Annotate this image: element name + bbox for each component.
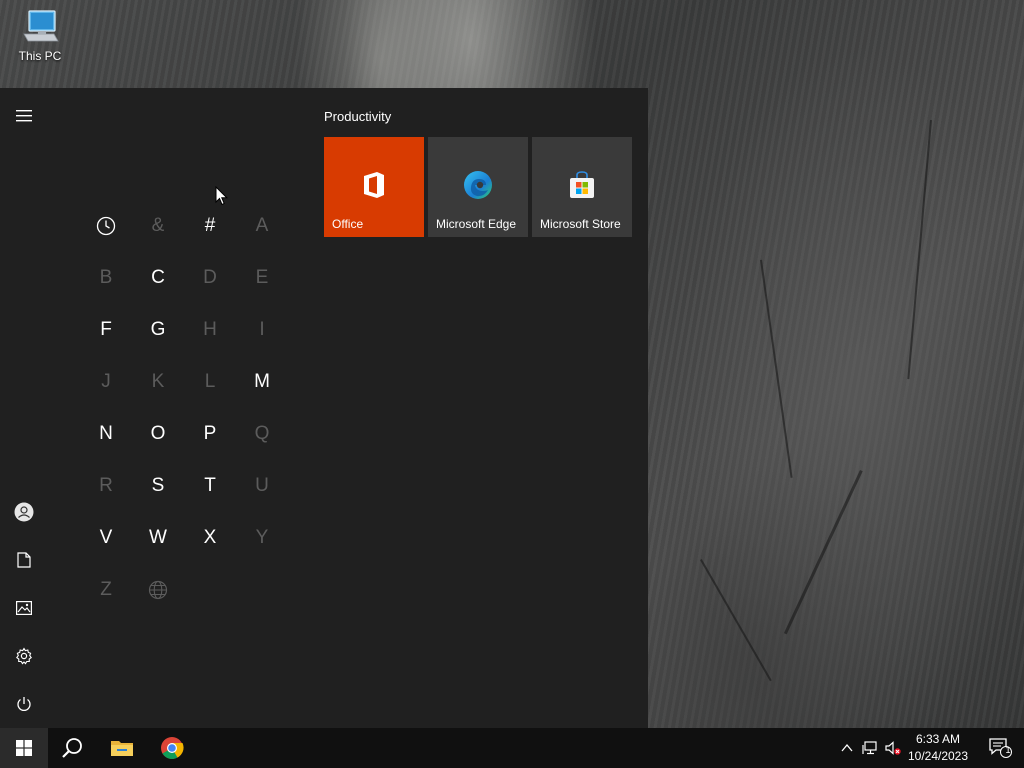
jump-letter: Q bbox=[254, 423, 270, 444]
jump-letter: Z bbox=[100, 579, 112, 600]
chrome-button[interactable] bbox=[148, 728, 196, 768]
search-icon bbox=[62, 738, 82, 758]
tile-label: Microsoft Edge bbox=[436, 217, 517, 231]
jump-letter[interactable]: G bbox=[132, 304, 184, 356]
jump-letter: A bbox=[255, 215, 269, 236]
search-button[interactable] bbox=[48, 728, 96, 768]
jump-letter[interactable]: W bbox=[132, 512, 184, 564]
jump-letter[interactable]: V bbox=[80, 512, 132, 564]
jump-clock[interactable] bbox=[80, 200, 132, 252]
user-account-button[interactable] bbox=[0, 488, 48, 536]
jump-letter[interactable]: S bbox=[132, 460, 184, 512]
jump-globe bbox=[132, 564, 184, 616]
power-button[interactable] bbox=[0, 680, 48, 728]
hamburger-icon bbox=[16, 110, 32, 122]
rock-crack bbox=[783, 470, 863, 635]
clock-time: 6:33 AM bbox=[915, 732, 961, 746]
jump-letter[interactable]: F bbox=[80, 304, 132, 356]
settings-button[interactable] bbox=[0, 632, 48, 680]
rock-crack bbox=[760, 259, 793, 478]
rock-crack bbox=[700, 559, 772, 682]
globe-icon bbox=[148, 580, 168, 600]
jump-letter[interactable]: X bbox=[184, 512, 236, 564]
tile-office[interactable]: Office bbox=[324, 137, 424, 237]
tile-label: Microsoft Store bbox=[540, 217, 621, 231]
tile-group-title: Productivity bbox=[324, 109, 392, 124]
tile-microsoft-store[interactable]: Microsoft Store bbox=[532, 137, 632, 237]
jump-letter: L bbox=[204, 371, 216, 392]
chevron-up-icon[interactable] bbox=[839, 740, 855, 756]
start-button[interactable] bbox=[0, 728, 48, 768]
clock-date: 10/24/2023 bbox=[907, 749, 969, 763]
clock-icon bbox=[96, 216, 116, 236]
jump-letter: Y bbox=[255, 527, 269, 548]
start-left-rail bbox=[0, 88, 48, 728]
tile-label: Office bbox=[332, 217, 364, 231]
pictures-icon bbox=[16, 601, 32, 615]
jump-letter: K bbox=[151, 371, 165, 392]
power-icon bbox=[17, 697, 31, 711]
pictures-button[interactable] bbox=[0, 584, 48, 632]
jump-letter: B bbox=[99, 267, 113, 288]
start-menu: & # A B C D E F G H I J K L M N O P Q R S T U V W X Y Z Productivit… bbox=[0, 88, 648, 728]
jump-letter: R bbox=[99, 475, 113, 496]
jump-letter: J bbox=[101, 371, 111, 392]
volume-muted-icon[interactable] bbox=[885, 740, 901, 756]
jump-letter[interactable]: T bbox=[184, 460, 236, 512]
action-center-button[interactable]: 1 bbox=[976, 728, 1024, 768]
jump-letter[interactable]: # bbox=[184, 200, 236, 252]
desktop-icon-this-pc[interactable]: This PC bbox=[12, 8, 68, 63]
jump-letter: U bbox=[255, 475, 269, 496]
jump-letter[interactable]: M bbox=[236, 356, 288, 408]
jump-letter: E bbox=[255, 267, 269, 288]
document-icon bbox=[17, 552, 31, 568]
chrome-icon bbox=[161, 737, 184, 759]
jump-letter: I bbox=[259, 319, 265, 340]
jump-letter[interactable]: C bbox=[132, 252, 184, 304]
tile-microsoft-edge[interactable]: Microsoft Edge bbox=[428, 137, 528, 237]
store-icon bbox=[570, 171, 594, 198]
rock-crack bbox=[907, 120, 932, 380]
jump-letter[interactable]: O bbox=[132, 408, 184, 460]
this-pc-icon bbox=[20, 8, 60, 46]
user-icon bbox=[14, 502, 34, 522]
hamburger-menu-button[interactable] bbox=[0, 92, 48, 140]
jump-letter: & bbox=[151, 215, 165, 236]
windows-logo-icon bbox=[16, 740, 32, 756]
desktop-icon-label: This PC bbox=[18, 49, 62, 63]
file-explorer-button[interactable] bbox=[98, 728, 146, 768]
gear-icon bbox=[16, 647, 32, 665]
mouse-cursor-icon bbox=[215, 186, 229, 206]
documents-button[interactable] bbox=[0, 536, 48, 584]
edge-icon bbox=[464, 171, 492, 199]
taskbar: 6:33 AM 10/24/2023 1 bbox=[0, 728, 1024, 768]
jump-letter[interactable]: N bbox=[80, 408, 132, 460]
jump-letter: D bbox=[203, 267, 217, 288]
notification-count-badge: 1 bbox=[1005, 745, 1011, 755]
office-icon bbox=[364, 172, 384, 198]
jump-letter: H bbox=[203, 319, 217, 340]
jump-letter[interactable]: P bbox=[184, 408, 236, 460]
folder-icon bbox=[111, 741, 133, 756]
taskbar-clock[interactable]: 6:33 AM 10/24/2023 bbox=[906, 731, 970, 765]
network-icon[interactable] bbox=[862, 740, 878, 756]
